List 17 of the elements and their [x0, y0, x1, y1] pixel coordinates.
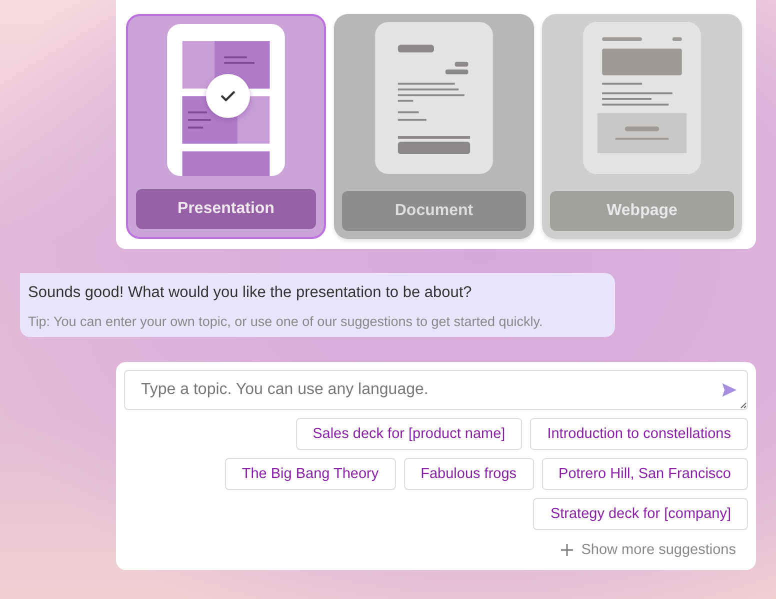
format-tile[interactable]: Presentation [126, 14, 326, 239]
topic-input-field[interactable]: Type a topic. You can use any language. [124, 370, 748, 410]
format-label: Document [342, 191, 526, 231]
plus-icon [561, 544, 574, 556]
format-label: Webpage [550, 191, 734, 231]
suggestion-chip[interactable]: The Big Bang Theory [224, 458, 396, 490]
suggestion-chip[interactable]: Fabulous frogs [404, 458, 534, 490]
suggestion-chip[interactable]: Sales deck for [product name] [296, 418, 522, 450]
format-label: Presentation [136, 189, 316, 229]
message-text: Sounds good! What would you like the presentation to be about? [28, 284, 473, 302]
suggestion-chip[interactable]: Strategy deck for [company] [533, 498, 748, 530]
suggestion-chip[interactable]: Potrero Hill, San Francisco [542, 458, 748, 490]
tip-text: Tip: You can enter your own topic, or use one of our suggestions to get started quickly. [28, 314, 544, 329]
show-more-button[interactable]: Show more suggestions [561, 542, 748, 558]
send-icon[interactable] [720, 381, 738, 399]
suggestion-chip[interactable]: Introduction to constellations [530, 418, 748, 450]
resize-handle-icon[interactable] [739, 401, 747, 409]
